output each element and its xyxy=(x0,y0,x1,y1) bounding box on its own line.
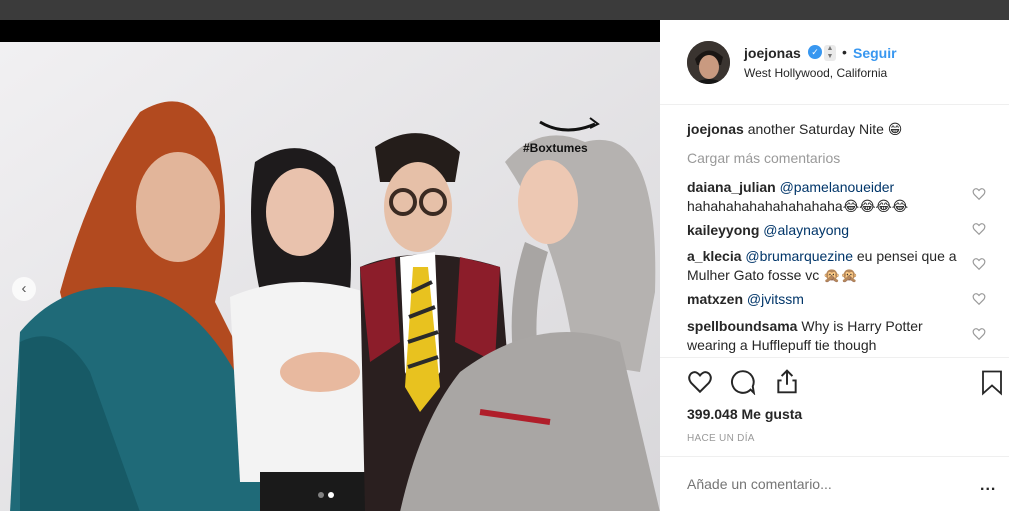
carousel-dot xyxy=(318,492,324,498)
comment-item: kaileyyong @alaynayong xyxy=(687,221,967,240)
likes-count[interactable]: 399.048 Me gusta xyxy=(687,406,802,422)
post-header: joejonas ✓ ▲ ▼ • Seguir West Hollywood, C… xyxy=(660,20,1009,105)
mention-link[interactable]: @alaynayong xyxy=(763,222,849,238)
comment-username[interactable]: spellboundsama xyxy=(687,318,797,334)
caption-username[interactable]: joejonas xyxy=(687,121,744,137)
comment-divider xyxy=(660,456,1009,457)
comment-item: a_klecia @brumarquezine eu pensei que a … xyxy=(687,247,967,285)
comment-like-heart-icon[interactable] xyxy=(972,292,986,306)
more-options-button[interactable]: ... xyxy=(980,477,996,495)
follow-button[interactable]: Seguir xyxy=(853,45,897,61)
account-switch-icon[interactable]: ▲ ▼ xyxy=(824,45,836,61)
comment-like-heart-icon[interactable] xyxy=(972,257,986,271)
comment-like-heart-icon[interactable] xyxy=(972,222,986,236)
bookmark-icon[interactable] xyxy=(980,369,1004,396)
follow-separator: • xyxy=(842,44,847,60)
mention-link[interactable]: @jvitssm xyxy=(747,291,804,307)
mention-link[interactable]: @brumarquezine xyxy=(745,248,853,264)
heart-icon[interactable] xyxy=(687,369,713,395)
post-timestamp[interactable]: HACE UN DÍA xyxy=(687,433,755,444)
comment-item: spellboundsama Why is Harry Potter weari… xyxy=(687,317,967,355)
browser-top-bar xyxy=(0,0,1009,20)
avatar[interactable] xyxy=(687,41,730,84)
costume-photo-illustration: #Boxtumes xyxy=(0,42,660,511)
add-comment-input[interactable] xyxy=(687,476,947,492)
share-icon[interactable] xyxy=(774,368,800,395)
comment-username[interactable]: matxzen xyxy=(687,291,743,307)
post-sidebar: joejonas ✓ ▲ ▼ • Seguir West Hollywood, C… xyxy=(660,20,1009,511)
comment-username[interactable]: a_klecia xyxy=(687,248,742,264)
post-caption: joejonas another Saturday Nite 😁 xyxy=(687,121,902,138)
comment-bubble-icon[interactable] xyxy=(730,369,756,395)
post-media: #Boxtumes ‹ xyxy=(0,20,660,511)
post-photo: #Boxtumes ‹ xyxy=(0,42,660,511)
mention-link[interactable]: @pamelanoueider xyxy=(780,179,895,195)
comment-username[interactable]: kaileyyong xyxy=(687,222,759,238)
comment-like-heart-icon[interactable] xyxy=(972,187,986,201)
chevron-left-icon: ‹ xyxy=(21,280,27,297)
comment-like-heart-icon[interactable] xyxy=(972,327,986,341)
comment-username[interactable]: daiana_julian xyxy=(687,179,776,195)
carousel-indicator xyxy=(318,492,334,498)
comment-text: @alaynayong xyxy=(763,222,849,238)
username[interactable]: joejonas xyxy=(744,45,801,61)
avatar-image xyxy=(687,41,730,84)
comment-item: daiana_julian @pamelanoueider hahahahaha… xyxy=(687,178,967,216)
caption-text: another Saturday Nite 😁 xyxy=(747,121,903,137)
actions-divider xyxy=(660,357,1009,358)
carousel-prev-button[interactable]: ‹ xyxy=(12,277,36,301)
location-link[interactable]: West Hollywood, California xyxy=(744,66,887,80)
comment-item: matxzen @jvitssm xyxy=(687,290,967,309)
comment-text: @jvitssm xyxy=(747,291,804,307)
photo-watermark: #Boxtumes xyxy=(523,141,588,155)
load-more-comments-button[interactable]: Cargar más comentarios xyxy=(687,150,840,166)
carousel-dot-active xyxy=(328,492,334,498)
verified-icon: ✓ xyxy=(808,45,822,59)
